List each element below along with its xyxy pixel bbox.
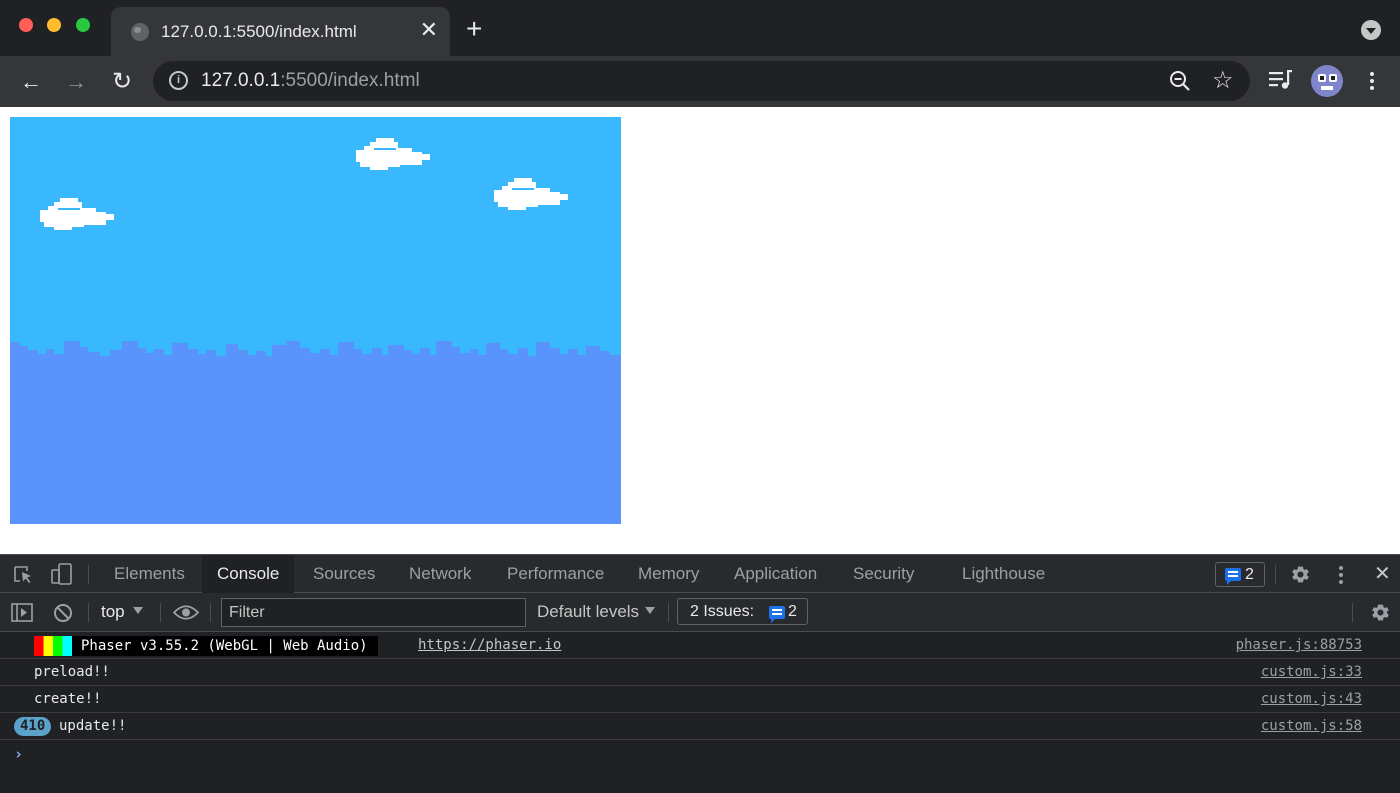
log-levels-dropdown[interactable]: Default levels (537, 602, 656, 622)
back-button[interactable]: ← (16, 67, 46, 97)
tab-security[interactable]: Security (853, 555, 914, 593)
url-text[interactable]: 127.0.0.1:5500/index.html (201, 70, 420, 92)
settings-gear-icon[interactable] (1290, 564, 1311, 585)
message-text: update!! (59, 718, 127, 734)
new-tab-button[interactable]: + (466, 14, 482, 44)
console-message: 410 update!! custom.js:58 (0, 713, 1400, 740)
phaser-banner: Phaser v3.55.2 (WebGL | Web Audio) (34, 636, 378, 656)
tab-network[interactable]: Network (409, 555, 471, 593)
clear-console-icon[interactable] (53, 603, 73, 623)
inspect-element-icon[interactable] (13, 565, 35, 585)
chevron-down-icon (645, 607, 656, 614)
city-skyline (10, 341, 621, 524)
tab-close-icon[interactable]: ✕ (420, 18, 438, 42)
reload-button[interactable]: ↻ (107, 67, 137, 97)
message-source-link[interactable]: custom.js:58 (1261, 718, 1362, 734)
browser-tab-active[interactable]: 127.0.0.1:5500/index.html ✕ (111, 7, 450, 56)
tab-divider (88, 565, 89, 584)
browser-titlebar: 127.0.0.1:5500/index.html ✕ + (0, 0, 1400, 56)
issues-label: 2 Issues: (690, 603, 755, 620)
profile-avatar[interactable] (1311, 65, 1343, 97)
tab-divider (1275, 565, 1276, 584)
tab-console[interactable]: Console (202, 555, 295, 593)
toolbar-divider (210, 603, 211, 622)
console-prompt-row[interactable]: › (0, 740, 1400, 767)
forward-button[interactable]: → (61, 67, 91, 97)
toolbar-divider (668, 603, 669, 622)
sidebar-toggle-icon[interactable] (11, 603, 33, 622)
context-value: top (101, 602, 125, 621)
chevron-down-icon (132, 607, 143, 614)
phaser-color-stripes (34, 636, 72, 656)
tab-lighthouse[interactable]: Lighthouse (962, 555, 1045, 593)
close-devtools-icon[interactable]: ✕ (1374, 555, 1391, 593)
issues-count: 2 (788, 603, 797, 620)
game-scene (10, 117, 621, 524)
execution-context-select[interactable]: top (101, 602, 143, 622)
browser-menu-icon[interactable] (1362, 70, 1382, 92)
tab-application[interactable]: Application (734, 555, 817, 593)
tab-title: 127.0.0.1:5500/index.html (161, 22, 357, 41)
maximize-window-button[interactable] (76, 18, 90, 32)
console-message: preload!! custom.js:33 (0, 659, 1400, 686)
toolbar-divider (1352, 603, 1353, 622)
close-window-button[interactable] (19, 18, 33, 32)
console-toolbar: top Default levels 2 Issues: 2 (0, 593, 1400, 632)
toolbar-divider (160, 603, 161, 622)
url-path: :5500/index.html (280, 70, 420, 91)
console-settings-gear-icon[interactable] (1370, 602, 1391, 623)
repeat-count-badge: 410 (14, 717, 52, 736)
issues-counter-number: 2 (1245, 566, 1254, 583)
console-message: create!! custom.js:43 (0, 686, 1400, 713)
tab-memory[interactable]: Memory (638, 555, 699, 593)
message-source-link[interactable]: phaser.js:88753 (1236, 637, 1362, 653)
site-info-icon[interactable]: i (169, 71, 188, 90)
phaser-banner-text: Phaser v3.55.2 (WebGL | Web Audio) (81, 638, 368, 654)
log-levels-label: Default levels (537, 602, 640, 621)
message-icon (769, 606, 785, 623)
tab-search-icon[interactable] (1361, 20, 1381, 40)
browser-toolbar: ← → ↻ i 127.0.0.1:5500/index.html ☆ (0, 56, 1400, 107)
console-prompt-chevron-icon: › (14, 745, 24, 763)
tab-sources[interactable]: Sources (313, 555, 375, 593)
message-icon (1225, 568, 1241, 585)
avatar-eye-right (1329, 74, 1337, 82)
avatar-eye-left (1318, 74, 1326, 82)
tab-performance[interactable]: Performance (507, 555, 604, 593)
devtools-panel: Elements Console Sources Network Perform… (0, 554, 1400, 793)
zoom-out-icon[interactable] (1169, 70, 1191, 92)
devtools-tabbar: Elements Console Sources Network Perform… (0, 555, 1400, 593)
device-toolbar-icon[interactable] (51, 563, 73, 585)
message-source-link[interactable]: custom.js:33 (1261, 664, 1362, 680)
console-message-banner: Phaser v3.55.2 (WebGL | Web Audio) https… (0, 632, 1400, 659)
console-filter-input[interactable] (221, 598, 526, 627)
live-expression-eye-icon[interactable] (173, 604, 199, 621)
url-host: 127.0.0.1 (201, 70, 281, 91)
issues-counter-badge[interactable]: 2 (1215, 562, 1265, 587)
message-text: preload!! (34, 664, 110, 680)
bookmark-star-icon[interactable]: ☆ (1212, 67, 1234, 95)
message-text: create!! (34, 691, 102, 707)
tab-elements[interactable]: Elements (114, 555, 185, 593)
minimize-window-button[interactable] (47, 18, 61, 32)
devtools-menu-icon[interactable] (1331, 564, 1351, 586)
message-source-link[interactable]: custom.js:43 (1261, 691, 1362, 707)
toolbar-divider (88, 603, 89, 622)
phaser-link[interactable]: https://phaser.io (418, 637, 561, 653)
console-messages: Phaser v3.55.2 (WebGL | Web Audio) https… (0, 632, 1400, 767)
page-viewport (0, 107, 1400, 554)
avatar-mouth (1321, 86, 1333, 90)
media-control-icon[interactable] (1269, 70, 1293, 92)
globe-icon (131, 23, 149, 41)
issues-button[interactable]: 2 Issues: 2 (677, 598, 808, 625)
phaser-game-canvas[interactable] (10, 117, 621, 524)
address-bar[interactable]: i 127.0.0.1:5500/index.html ☆ (153, 61, 1250, 101)
